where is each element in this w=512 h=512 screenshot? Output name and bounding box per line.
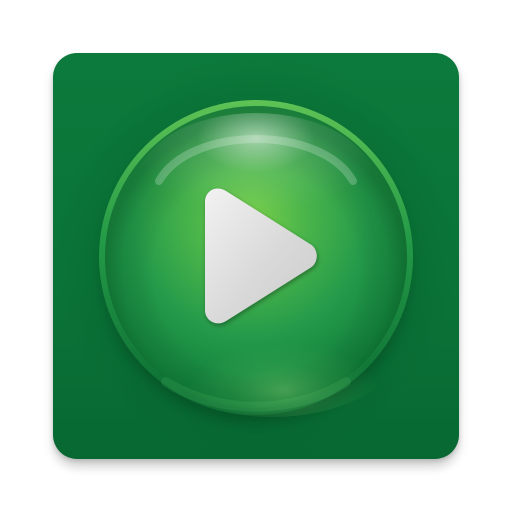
play-button[interactable] — [96, 97, 416, 417]
icon-canvas — [0, 0, 512, 512]
